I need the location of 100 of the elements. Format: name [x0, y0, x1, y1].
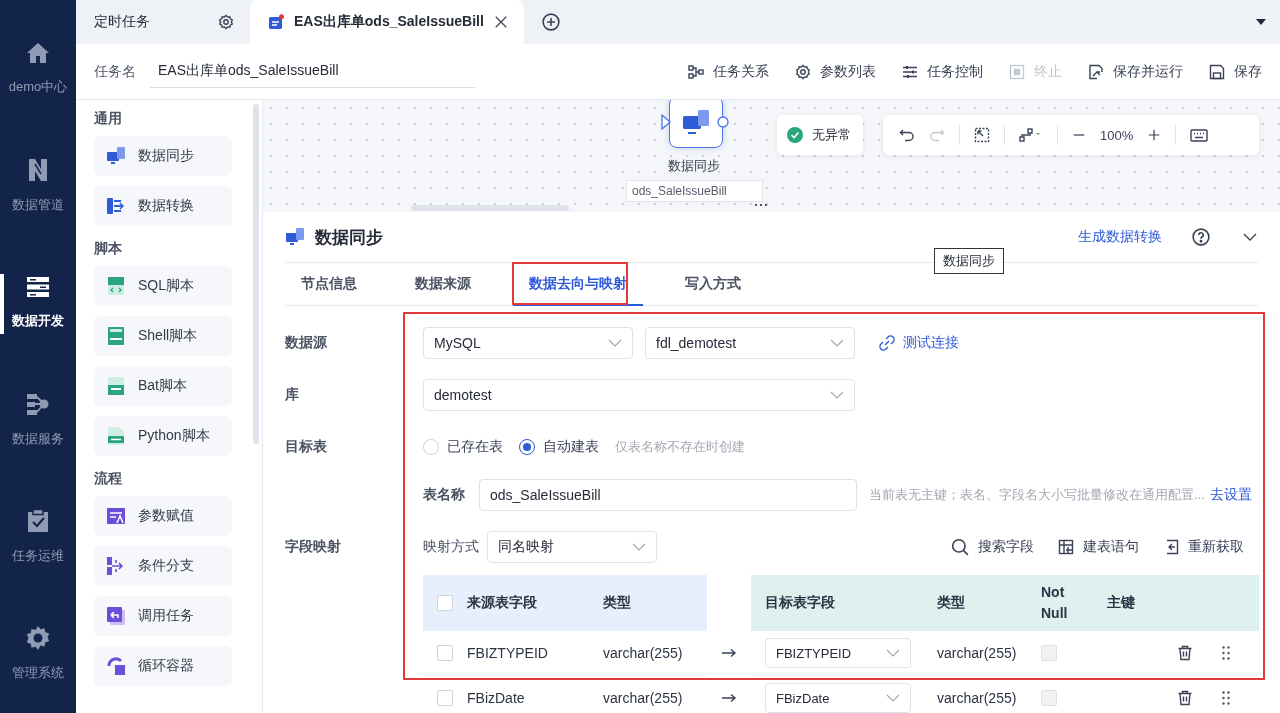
- drag-handle-icon[interactable]: [755, 204, 767, 206]
- palette-item[interactable]: Shell脚本: [94, 316, 232, 356]
- connection-select[interactable]: fdl_demotest: [645, 327, 855, 359]
- palette-item[interactable]: 参数赋值: [94, 496, 232, 536]
- caret-down-icon[interactable]: [1256, 19, 1266, 25]
- stop-icon: [1009, 63, 1025, 80]
- monitor-sync-icon: [681, 108, 711, 136]
- node-name-field[interactable]: ods_SaleIssueBill: [626, 180, 763, 202]
- action-button[interactable]: 重新获取: [1163, 538, 1244, 556]
- nav-item[interactable]: 管理系统: [0, 595, 76, 713]
- checkbox[interactable]: [437, 690, 453, 706]
- palette-item[interactable]: 条件分支: [94, 546, 232, 586]
- tab[interactable]: EAS出库单ods_SaleIssueBill: [250, 0, 524, 44]
- tab[interactable]: 数据来源: [399, 263, 487, 305]
- radio-option[interactable]: 已存在表: [423, 438, 503, 456]
- status-pill: 无异常: [777, 115, 863, 155]
- chevron-down-icon: [632, 543, 646, 551]
- node-box[interactable]: [669, 100, 723, 148]
- settings-icon: [218, 14, 234, 30]
- nav-item[interactable]: 数据开发: [0, 244, 76, 362]
- table-cell: FBizDate: [467, 690, 525, 706]
- action-button[interactable]: 搜索字段: [951, 538, 1034, 556]
- datasource-type-select[interactable]: MySQL: [423, 327, 633, 359]
- clipboard-check-icon: [27, 509, 49, 534]
- branch-icon: [106, 556, 126, 576]
- nav-item[interactable]: demo中心: [0, 10, 76, 128]
- chevron-down-icon: [830, 339, 844, 347]
- connector-icon: [1019, 127, 1043, 143]
- bat-file-icon: [106, 376, 126, 396]
- palette-item[interactable]: 调用任务: [94, 596, 232, 636]
- trash-icon: [1177, 645, 1193, 661]
- palette-item[interactable]: Python脚本: [94, 416, 232, 456]
- nav-item[interactable]: 数据管道: [0, 127, 76, 245]
- monitor-sync-icon: [106, 146, 126, 166]
- tab[interactable]: 节点信息: [285, 263, 373, 305]
- checkbox[interactable]: [1041, 645, 1057, 661]
- section-title: 通用: [94, 110, 123, 128]
- tab[interactable]: 写入方式: [669, 263, 757, 305]
- column-header: Not Null: [1041, 583, 1069, 623]
- table-cell: varchar(255): [603, 645, 683, 661]
- drag-handle-icon[interactable]: [1222, 646, 1230, 660]
- drag-handle-icon[interactable]: [1222, 691, 1230, 705]
- target-field-select[interactable]: FBIZTYPEID: [765, 638, 911, 668]
- checkbox[interactable]: [437, 645, 453, 661]
- column-header: 类型: [937, 594, 965, 612]
- fit-view-icon: [974, 127, 990, 143]
- node-label: 数据同步: [668, 157, 720, 175]
- redo-icon: [929, 127, 945, 143]
- field-label: 库: [285, 386, 300, 404]
- python-file-icon: [106, 426, 126, 446]
- input-port-icon[interactable]: [661, 114, 671, 130]
- action-button[interactable]: 建表语句: [1058, 538, 1139, 556]
- field-label: 映射方式: [423, 538, 479, 556]
- transform-icon: [106, 196, 126, 216]
- column-header: 来源表字段: [467, 594, 537, 612]
- scrollbar[interactable]: [253, 104, 259, 444]
- nav-item[interactable]: 数据服务: [0, 361, 76, 479]
- chevron-down-icon: [608, 339, 622, 347]
- monitor-sync-icon: [285, 227, 305, 247]
- return-icon: [106, 606, 126, 626]
- output-port-icon[interactable]: [717, 116, 729, 128]
- toolbar-button[interactable]: 任务控制: [902, 62, 983, 81]
- table-cell: FBIZTYPEID: [467, 645, 548, 661]
- palette-item[interactable]: 循环容器: [94, 646, 232, 686]
- table-name-field[interactable]: ods_SaleIssueBill: [479, 479, 857, 511]
- test-connection-link[interactable]: 测试连接: [879, 334, 959, 352]
- target-field-select[interactable]: FBizDate: [765, 683, 911, 713]
- shell-file-icon: [106, 326, 126, 346]
- radio-option[interactable]: 自动建表: [519, 438, 599, 456]
- column-header: 主键: [1107, 594, 1135, 612]
- settings-icon: [26, 626, 50, 651]
- chevron-down-icon: [886, 694, 900, 702]
- settings-link[interactable]: 去设置: [1210, 486, 1252, 504]
- toolbar-button[interactable]: 任务关系: [688, 62, 769, 81]
- palette-item[interactable]: 数据转换: [94, 186, 232, 226]
- tab[interactable]: 数据去向与映射: [513, 263, 643, 305]
- loop-icon: [106, 656, 126, 676]
- toolbar-button[interactable]: 参数列表: [795, 62, 876, 81]
- chevron-down-icon: [886, 649, 900, 657]
- save-icon: [1209, 63, 1225, 80]
- toolbar-button[interactable]: 保存并运行: [1088, 62, 1183, 81]
- nav-item[interactable]: 任务运维: [0, 478, 76, 596]
- check-circle-icon: [787, 127, 803, 143]
- keyboard-icon: [1190, 127, 1209, 143]
- column-header: 类型: [603, 594, 631, 612]
- database-select[interactable]: demotest: [423, 379, 855, 411]
- tab[interactable]: 定时任务: [76, 0, 250, 44]
- checkbox[interactable]: [437, 595, 453, 611]
- palette-item[interactable]: Bat脚本: [94, 366, 232, 406]
- scrollbar[interactable]: [411, 205, 569, 211]
- palette-item[interactable]: SQL脚本: [94, 266, 232, 306]
- home-icon: [26, 41, 50, 64]
- field-label: 目标表: [285, 438, 328, 456]
- palette-item[interactable]: 数据同步: [94, 136, 232, 176]
- checkbox[interactable]: [1041, 690, 1057, 706]
- generate-link[interactable]: 生成数据转换: [1078, 228, 1162, 246]
- toolbar-button[interactable]: 保存: [1209, 62, 1262, 81]
- field-label: 任务名: [94, 62, 136, 81]
- field-label: 字段映射: [285, 538, 342, 556]
- mapping-mode-select[interactable]: 同名映射: [487, 531, 657, 563]
